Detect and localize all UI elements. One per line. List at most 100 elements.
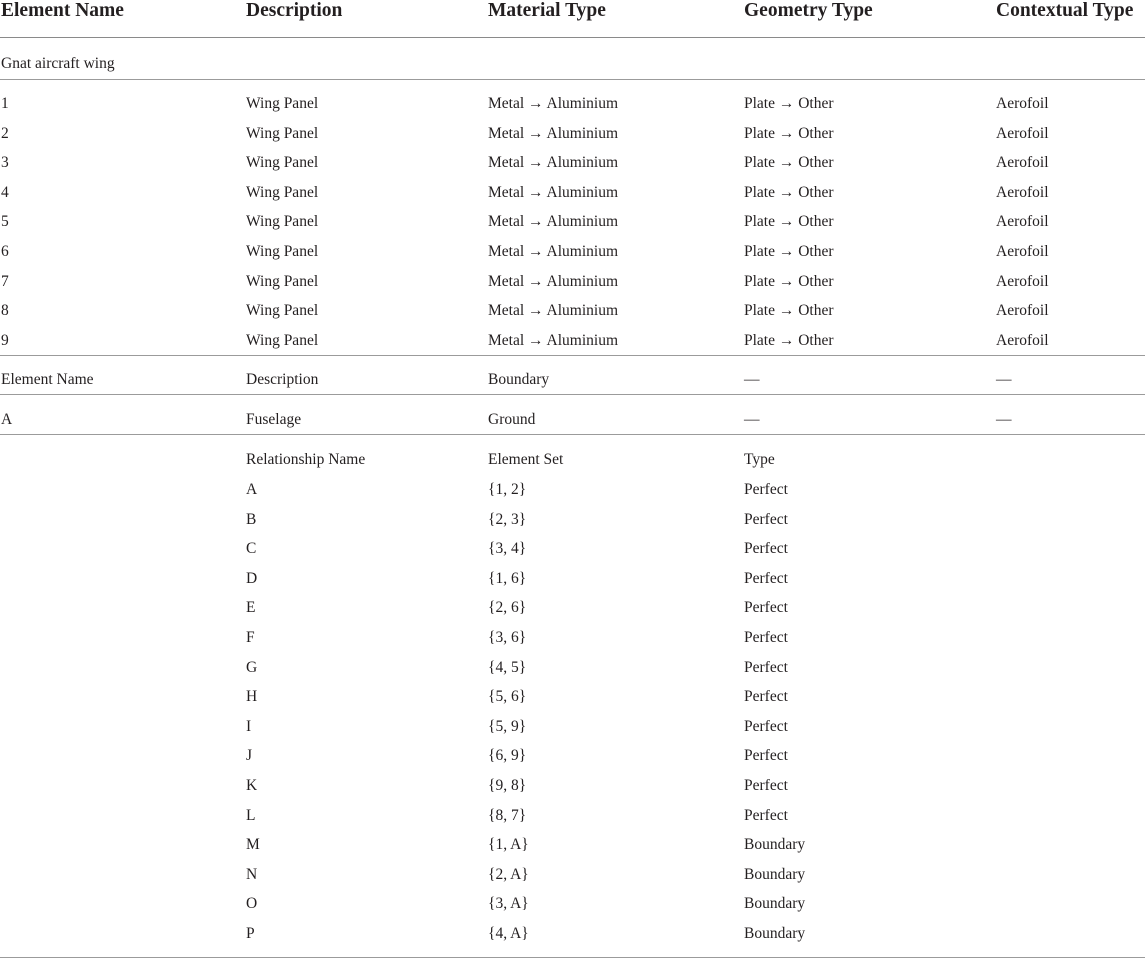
element-set: {1, A} [488, 836, 529, 854]
header-rule [0, 37, 1145, 38]
material-type: Metal → Aluminium [488, 272, 619, 290]
boundary-dash: — [744, 411, 760, 428]
list-item: L {8, 7} Perfect [0, 802, 1145, 830]
relationship-name: B [246, 510, 257, 528]
element-set: {4, 5} [488, 658, 527, 676]
list-item: F {3, 6} Perfect [0, 624, 1145, 652]
table-row: 1 Wing Panel Metal → Aluminium Plate → Othe… [0, 90, 1145, 118]
list-item: I {5, 9} Perfect [0, 713, 1145, 741]
element-description: Wing Panel [246, 124, 319, 142]
relationship-name: K [246, 777, 258, 794]
header-description: Description [246, 0, 343, 21]
contextual-type: Aerofoil [996, 302, 1049, 320]
material-type: Metal → Aluminium [488, 213, 619, 231]
element-name: 1 [1, 95, 9, 112]
geometry-type: Plate → Other [744, 302, 834, 320]
contextual-type: Aerofoil [996, 243, 1049, 260]
list-item: A {1, 2} Perfect [0, 476, 1145, 504]
relationship-header-name: Relationship Name [246, 451, 366, 468]
relationship-type: Boundary [744, 865, 806, 883]
material-type: Metal → Aluminium [488, 243, 619, 260]
relationship-type: Perfect [744, 717, 788, 735]
element-description: Wing Panel [246, 302, 319, 320]
element-name: 5 [1, 213, 9, 231]
list-item: B {2, 3} Perfect [0, 506, 1145, 534]
relationship-type: Perfect [744, 540, 788, 558]
element-set: {2, 3} [488, 510, 527, 528]
list-item: G {4, 5} Perfect [0, 654, 1145, 682]
material-type: Metal → Aluminium [488, 183, 619, 201]
contextual-type: Aerofoil [996, 213, 1049, 231]
element-set: {6, 9} [488, 747, 527, 765]
relationship-name: L [246, 806, 256, 824]
geometry-type: Plate → Other [744, 272, 834, 290]
material-type: Metal → Aluminium [488, 124, 619, 142]
contextual-type: Aerofoil [996, 95, 1049, 112]
geometry-type: Plate → Other [744, 213, 834, 231]
list-item: K {9, 8} Perfect [0, 772, 1145, 800]
relationship-name: C [246, 540, 257, 558]
relationship-type: Perfect [744, 658, 788, 676]
element-description: Wing Panel [246, 183, 319, 201]
relationship-name: O [246, 895, 258, 913]
list-item: N {2, A} Boundary [0, 861, 1145, 889]
relationship-name: H [246, 688, 258, 706]
boundary-header-dash: — [744, 371, 760, 388]
boundary-header-boundary: Boundary [488, 371, 550, 388]
boundary-description: Fuselage [246, 411, 302, 428]
relationship-name: F [246, 629, 255, 646]
boundary-header-rule [0, 394, 1145, 395]
relationship-name: I [246, 717, 252, 735]
boundary-header-row: Element Name Description Boundary — — [0, 366, 1145, 394]
list-item: O {3, A} Boundary [0, 890, 1145, 918]
header-material-type: Material Type [488, 0, 606, 21]
relationship-name: N [246, 865, 258, 883]
material-type: Metal → Aluminium [488, 154, 619, 172]
material-type: Metal → Aluminium [488, 95, 619, 112]
elements-end-rule [0, 355, 1145, 356]
boundary-element-name: A [1, 411, 13, 428]
boundary-row: A Fuselage Ground — — [0, 406, 1145, 434]
section-rule [0, 79, 1145, 80]
contextual-type: Aerofoil [996, 272, 1049, 290]
relationship-name: P [246, 925, 255, 942]
geometry-type: Plate → Other [744, 95, 834, 112]
boundary-header-element-name: Element Name [1, 371, 94, 388]
list-item: M {1, A} Boundary [0, 831, 1145, 859]
list-item: H {5, 6} Perfect [0, 683, 1145, 711]
element-name: 6 [1, 243, 9, 260]
boundary-type: Ground [488, 411, 536, 428]
boundary-dash: — [996, 411, 1012, 428]
table-row: 4 Wing Panel Metal → Aluminium Plate → Othe… [0, 179, 1145, 207]
relationship-name: E [246, 599, 256, 617]
element-name: 8 [1, 302, 9, 320]
boundary-rule [0, 434, 1145, 435]
relationship-name: J [246, 747, 253, 765]
contextual-type: Aerofoil [996, 124, 1049, 142]
table-header-row: Element Name Description Material Type G… [0, 0, 1145, 28]
element-set: {2, 6} [488, 599, 527, 617]
material-type: Metal → Aluminium [488, 302, 619, 320]
contextual-type: Aerofoil [996, 331, 1049, 349]
relationship-name: A [246, 481, 258, 498]
relationship-type: Perfect [744, 599, 788, 617]
element-name: 9 [1, 331, 9, 349]
relationship-header-type: Type [744, 451, 775, 468]
contextual-type: Aerofoil [996, 154, 1049, 172]
element-description: Wing Panel [246, 243, 319, 260]
relationship-type: Boundary [744, 895, 806, 913]
element-description: Wing Panel [246, 154, 319, 172]
table-bottom-rule [0, 957, 1145, 958]
relationship-type: Perfect [744, 510, 788, 528]
element-set: {2, A} [488, 865, 529, 883]
relationship-type: Perfect [744, 806, 788, 824]
geometry-type: Plate → Other [744, 331, 834, 349]
relationship-type: Perfect [744, 747, 788, 765]
element-name: 3 [1, 154, 9, 172]
element-set: {5, 9} [488, 717, 527, 735]
geometry-type: Plate → Other [744, 124, 834, 142]
element-set: {3, 4} [488, 540, 527, 558]
table-row: 5 Wing Panel Metal → Aluminium Plate → Othe… [0, 208, 1145, 236]
element-set: {1, 6} [488, 569, 527, 587]
geometry-type: Plate → Other [744, 183, 834, 201]
